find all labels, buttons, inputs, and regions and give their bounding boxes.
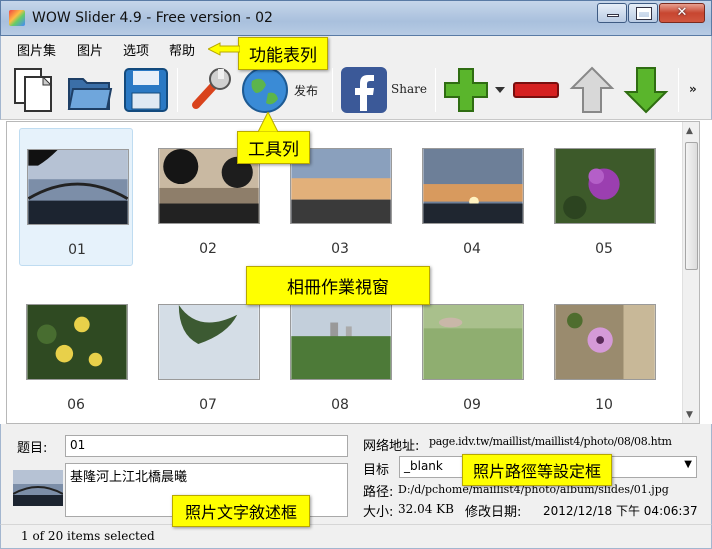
save-button[interactable]	[121, 65, 171, 115]
photo-01-image	[27, 149, 129, 225]
toolbar-separator	[177, 68, 178, 112]
wrench-icon	[192, 68, 231, 109]
close-icon: ✕	[676, 5, 688, 20]
callout-text: 照片文字敘述框	[172, 495, 311, 527]
callout-arrow	[208, 42, 240, 56]
toolbar: 发布 Share »	[0, 60, 712, 120]
minimize-icon	[607, 14, 619, 17]
publish-button[interactable]	[240, 65, 290, 115]
menu-options[interactable]: 选项	[123, 40, 149, 59]
minus-icon	[513, 82, 559, 98]
photo-10-image	[554, 304, 656, 380]
folder-icon	[67, 78, 113, 110]
callout-toolbar: 工具列	[237, 131, 310, 164]
callout-pointer	[258, 112, 278, 132]
scroll-up-icon[interactable]: ▲	[686, 126, 693, 136]
add-image-button[interactable]	[441, 65, 491, 115]
move-up-button[interactable]	[567, 65, 617, 115]
toolbar-overflow-button[interactable]: »	[689, 82, 697, 96]
thumbnail-label: 02	[199, 241, 217, 257]
photo-07-image	[158, 304, 260, 380]
menu-image[interactable]: 图片	[77, 40, 103, 59]
url-input[interactable]: page.idv.tw/maillist/maillist4/photo/08/…	[425, 433, 697, 455]
title-bar: WOW Slider 4.9 - Free version - 02 ✕	[0, 0, 712, 36]
thumbnail-label: 09	[463, 397, 481, 413]
photo-05-image	[554, 148, 656, 224]
thumbnail-01[interactable]: 01	[19, 128, 133, 266]
remove-image-button[interactable]	[511, 65, 561, 115]
title-input[interactable]: 01	[65, 435, 348, 457]
thumbnail-label: 06	[67, 397, 85, 413]
move-down-button[interactable]	[621, 65, 671, 115]
menu-album[interactable]: 图片集	[17, 40, 56, 59]
thumbnail-label: 10	[595, 397, 613, 413]
arrow-down-icon	[623, 67, 669, 114]
toolbar-separator	[435, 68, 436, 112]
status-text: 1 of 20 items selected	[21, 529, 155, 543]
menu-help[interactable]: 帮助	[169, 40, 195, 59]
app-icon	[9, 10, 25, 26]
thumbnail-04[interactable]: 04	[415, 128, 529, 266]
window-controls: ✕	[596, 3, 705, 23]
thumbnail-label: 01	[68, 242, 86, 258]
photo-04-image	[422, 148, 524, 224]
path-label: 路径:	[363, 485, 394, 500]
settings-button[interactable]	[184, 65, 234, 115]
maximize-button[interactable]	[628, 3, 658, 23]
share-label: Share	[391, 82, 427, 96]
add-dropdown-button[interactable]	[493, 65, 507, 115]
thumbnail-09[interactable]: 09	[415, 284, 529, 422]
callout-menu-bar: 功能表列	[238, 37, 328, 70]
thumbnail-label: 04	[463, 241, 481, 257]
toolbar-separator	[678, 68, 679, 112]
callout-album: 相冊作業視窗	[246, 266, 430, 305]
minimize-button[interactable]	[597, 3, 627, 23]
url-label: 网络地址:	[363, 439, 420, 454]
modified-label: 修改日期:	[465, 505, 522, 520]
thumbnail-10[interactable]: 10	[547, 284, 661, 422]
photo-08-image	[290, 304, 392, 380]
size-value: 32.04 KB	[398, 502, 454, 516]
title-label: 题目:	[17, 441, 48, 456]
size-label: 大小:	[363, 505, 394, 520]
target-value: _blank	[404, 459, 443, 473]
window-title: WOW Slider 4.9 - Free version - 02	[32, 10, 273, 26]
close-button[interactable]: ✕	[659, 3, 705, 23]
open-button[interactable]	[65, 65, 115, 115]
modified-value: 2012/12/18 下午 04:06:37	[543, 504, 698, 518]
facebook-share-button[interactable]	[339, 65, 389, 115]
globe-icon	[242, 67, 288, 113]
callout-path: 照片路徑等設定框	[462, 454, 613, 486]
photo-06-image	[26, 304, 128, 380]
maximize-icon	[636, 7, 652, 20]
chevron-down-icon	[495, 87, 505, 93]
publish-label: 发布	[294, 84, 319, 98]
scrollbar-thumb[interactable]	[685, 142, 698, 270]
new-album-button[interactable]	[9, 65, 59, 115]
plus-icon	[444, 68, 488, 112]
selected-photo-preview	[13, 470, 63, 506]
thumbnail-label: 03	[331, 241, 349, 257]
menu-bar: 图片集 图片 选项 帮助	[0, 36, 712, 60]
thumbnail-label: 08	[331, 397, 349, 413]
album-scrollbar[interactable]: ▲ ▼	[682, 122, 699, 423]
toolbar-separator	[332, 68, 333, 112]
photo-09-image	[422, 304, 524, 380]
chevron-down-icon: ▼	[684, 459, 692, 470]
scroll-down-icon[interactable]: ▼	[686, 410, 693, 420]
thumbnail-06[interactable]: 06	[19, 284, 133, 422]
new-document-icon	[14, 68, 53, 112]
thumbnail-label: 07	[199, 397, 217, 413]
thumbnail-05[interactable]: 05	[547, 128, 661, 266]
thumbnail-label: 05	[595, 241, 613, 257]
save-disk-icon	[124, 68, 168, 112]
target-label: 目标	[363, 463, 390, 478]
arrow-up-icon	[569, 66, 615, 113]
facebook-icon	[341, 67, 387, 113]
status-bar: 1 of 20 items selected	[0, 524, 712, 549]
